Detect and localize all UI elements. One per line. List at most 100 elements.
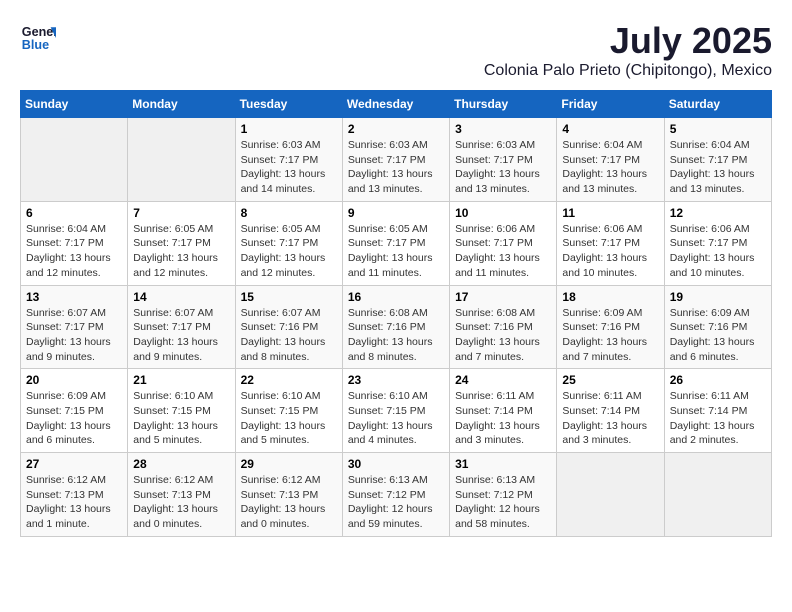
day-number: 28 [133, 457, 229, 471]
calendar-table: SundayMondayTuesdayWednesdayThursdayFrid… [20, 90, 772, 537]
day-detail: Sunrise: 6:09 AM Sunset: 7:16 PM Dayligh… [562, 306, 658, 365]
day-header-tuesday: Tuesday [235, 91, 342, 118]
day-number: 12 [670, 206, 766, 220]
calendar-cell: 19 Sunrise: 6:09 AM Sunset: 7:16 PM Dayli… [664, 285, 771, 369]
day-header-sunday: Sunday [21, 91, 128, 118]
calendar-cell: 15Sunrise: 6:07 AM Sunset: 7:16 PM Dayli… [235, 285, 342, 369]
calendar-cell: 13Sunrise: 6:07 AM Sunset: 7:17 PM Dayli… [21, 285, 128, 369]
day-number: 8 [241, 206, 337, 220]
calendar-cell [557, 453, 664, 537]
page-subtitle: Colonia Palo Prieto (Chipitongo), Mexico [484, 62, 772, 80]
calendar-cell: 9 Sunrise: 6:05 AM Sunset: 7:17 PM Daylig… [342, 201, 449, 285]
day-number: 24 [455, 373, 551, 387]
calendar-cell: 17 Sunrise: 6:08 AM Sunset: 7:16 PM Dayli… [450, 285, 557, 369]
day-detail: Sunrise: 6:06 AM Sunset: 7:17 PM Dayligh… [455, 222, 551, 281]
day-detail: Sunrise: 6:06 AM Sunset: 7:17 PM Dayligh… [670, 222, 766, 281]
calendar-cell: 14Sunrise: 6:07 AM Sunset: 7:17 PM Dayli… [128, 285, 235, 369]
day-number: 2 [348, 122, 444, 136]
svg-text:Blue: Blue [22, 38, 49, 52]
day-number: 9 [348, 206, 444, 220]
calendar-cell: 18Sunrise: 6:09 AM Sunset: 7:16 PM Dayli… [557, 285, 664, 369]
day-detail: Sunrise: 6:05 AM Sunset: 7:17 PM Dayligh… [348, 222, 444, 281]
calendar-cell: 6Sunrise: 6:04 AM Sunset: 7:17 PM Daylig… [21, 201, 128, 285]
calendar-cell: 7Sunrise: 6:05 AM Sunset: 7:17 PM Daylig… [128, 201, 235, 285]
calendar-cell: 24 Sunrise: 6:11 AM Sunset: 7:14 PM Dayli… [450, 369, 557, 453]
calendar-cell: 5Sunrise: 6:04 AM Sunset: 7:17 PM Daylig… [664, 118, 771, 202]
calendar-body: 1 Sunrise: 6:03 AM Sunset: 7:17 PM Daylig… [21, 118, 772, 537]
day-detail: Sunrise: 6:13 AM Sunset: 7:12 PM Dayligh… [348, 473, 444, 532]
day-number: 15 [241, 290, 337, 304]
day-header-saturday: Saturday [664, 91, 771, 118]
day-header-friday: Friday [557, 91, 664, 118]
day-detail: Sunrise: 6:10 AM Sunset: 7:15 PM Dayligh… [348, 389, 444, 448]
calendar-week-4: 20Sunrise: 6:09 AM Sunset: 7:15 PM Dayli… [21, 369, 772, 453]
day-number: 23 [348, 373, 444, 387]
calendar-cell: 8 Sunrise: 6:05 AM Sunset: 7:17 PM Daylig… [235, 201, 342, 285]
day-number: 16 [348, 290, 444, 304]
page-title: July 2025 [484, 20, 772, 62]
day-number: 26 [670, 373, 766, 387]
day-detail: Sunrise: 6:03 AM Sunset: 7:17 PM Dayligh… [455, 138, 551, 197]
day-detail: Sunrise: 6:07 AM Sunset: 7:17 PM Dayligh… [133, 306, 229, 365]
day-detail: Sunrise: 6:09 AM Sunset: 7:15 PM Dayligh… [26, 389, 122, 448]
calendar-cell: 12 Sunrise: 6:06 AM Sunset: 7:17 PM Dayli… [664, 201, 771, 285]
day-detail: Sunrise: 6:09 AM Sunset: 7:16 PM Dayligh… [670, 306, 766, 365]
day-number: 3 [455, 122, 551, 136]
calendar-cell: 26Sunrise: 6:11 AM Sunset: 7:14 PM Dayli… [664, 369, 771, 453]
calendar-week-2: 6Sunrise: 6:04 AM Sunset: 7:17 PM Daylig… [21, 201, 772, 285]
day-number: 13 [26, 290, 122, 304]
day-detail: Sunrise: 6:08 AM Sunset: 7:16 PM Dayligh… [455, 306, 551, 365]
calendar-week-1: 1 Sunrise: 6:03 AM Sunset: 7:17 PM Daylig… [21, 118, 772, 202]
calendar-cell: 28Sunrise: 6:12 AM Sunset: 7:13 PM Dayli… [128, 453, 235, 537]
day-number: 21 [133, 373, 229, 387]
calendar-cell: 11 Sunrise: 6:06 AM Sunset: 7:17 PM Dayli… [557, 201, 664, 285]
day-detail: Sunrise: 6:11 AM Sunset: 7:14 PM Dayligh… [455, 389, 551, 448]
calendar-cell: 30Sunrise: 6:13 AM Sunset: 7:12 PM Dayli… [342, 453, 449, 537]
day-number: 19 [670, 290, 766, 304]
calendar-cell: 10Sunrise: 6:06 AM Sunset: 7:17 PM Dayli… [450, 201, 557, 285]
calendar-cell: 16 Sunrise: 6:08 AM Sunset: 7:16 PM Dayli… [342, 285, 449, 369]
day-detail: Sunrise: 6:08 AM Sunset: 7:16 PM Dayligh… [348, 306, 444, 365]
day-number: 31 [455, 457, 551, 471]
day-number: 7 [133, 206, 229, 220]
calendar-week-3: 13 Sunrise: 6:07 AM Sunset: 7:17 PM Dayli… [21, 285, 772, 369]
logo: General Blue [20, 20, 56, 56]
day-detail: Sunrise: 6:12 AM Sunset: 7:13 PM Dayligh… [26, 473, 122, 532]
day-detail: Sunrise: 6:03 AM Sunset: 7:17 PM Dayligh… [241, 138, 337, 197]
calendar-cell: 29 Sunrise: 6:12 AM Sunset: 7:13 PM Dayli… [235, 453, 342, 537]
calendar-cell: 21 Sunrise: 6:10 AM Sunset: 7:15 PM Dayli… [128, 369, 235, 453]
day-number: 11 [562, 206, 658, 220]
calendar-cell [664, 453, 771, 537]
day-detail: Sunrise: 6:12 AM Sunset: 7:13 PM Dayligh… [241, 473, 337, 532]
day-detail: Sunrise: 6:10 AM Sunset: 7:15 PM Dayligh… [241, 389, 337, 448]
header: General Blue July 2025 Colonia Palo Prie… [20, 20, 772, 80]
calendar-cell: 31 Sunrise: 6:13 AM Sunset: 7:12 PM Dayli… [450, 453, 557, 537]
calendar-cell: 4 Sunrise: 6:04 AM Sunset: 7:17 PM Daylig… [557, 118, 664, 202]
day-number: 25 [562, 373, 658, 387]
day-detail: Sunrise: 6:11 AM Sunset: 7:14 PM Dayligh… [562, 389, 658, 448]
day-detail: Sunrise: 6:05 AM Sunset: 7:17 PM Dayligh… [241, 222, 337, 281]
calendar-cell: 3 Sunrise: 6:03 AM Sunset: 7:17 PM Daylig… [450, 118, 557, 202]
day-detail: Sunrise: 6:06 AM Sunset: 7:17 PM Dayligh… [562, 222, 658, 281]
day-detail: Sunrise: 6:04 AM Sunset: 7:17 PM Dayligh… [562, 138, 658, 197]
day-detail: Sunrise: 6:03 AM Sunset: 7:17 PM Dayligh… [348, 138, 444, 197]
day-number: 27 [26, 457, 122, 471]
day-detail: Sunrise: 6:10 AM Sunset: 7:15 PM Dayligh… [133, 389, 229, 448]
day-header-monday: Monday [128, 91, 235, 118]
title-area: July 2025 Colonia Palo Prieto (Chipitong… [484, 20, 772, 80]
calendar-cell: 23 Sunrise: 6:10 AM Sunset: 7:15 PM Dayli… [342, 369, 449, 453]
day-number: 17 [455, 290, 551, 304]
day-detail: Sunrise: 6:13 AM Sunset: 7:12 PM Dayligh… [455, 473, 551, 532]
day-header-wednesday: Wednesday [342, 91, 449, 118]
calendar-cell [21, 118, 128, 202]
calendar-cell: 20Sunrise: 6:09 AM Sunset: 7:15 PM Dayli… [21, 369, 128, 453]
day-number: 22 [241, 373, 337, 387]
day-number: 6 [26, 206, 122, 220]
calendar-cell: 22 Sunrise: 6:10 AM Sunset: 7:15 PM Dayli… [235, 369, 342, 453]
day-number: 1 [241, 122, 337, 136]
day-number: 29 [241, 457, 337, 471]
calendar-cell [128, 118, 235, 202]
calendar-cell: 2 Sunrise: 6:03 AM Sunset: 7:17 PM Daylig… [342, 118, 449, 202]
calendar-cell: 25 Sunrise: 6:11 AM Sunset: 7:14 PM Dayli… [557, 369, 664, 453]
day-number: 4 [562, 122, 658, 136]
